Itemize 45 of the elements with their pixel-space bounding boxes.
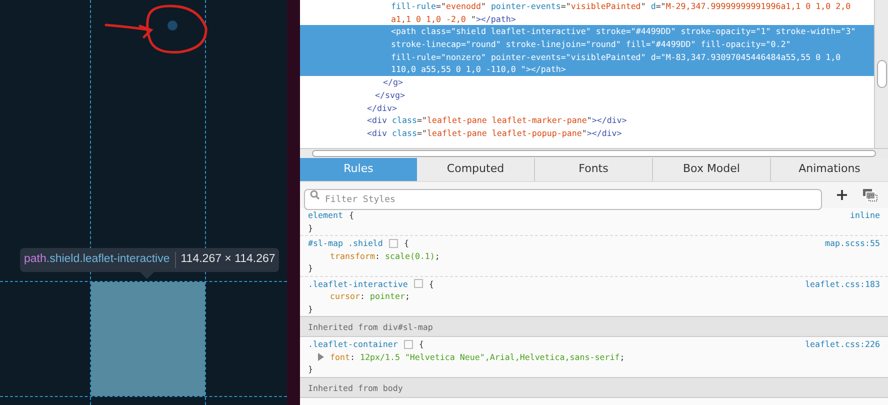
rule-selector: element bbox=[308, 209, 343, 222]
highlight-toggle-icon[interactable] bbox=[404, 340, 413, 349]
filter-field[interactable]: Filter Styles bbox=[304, 189, 822, 210]
source-link[interactable]: leaflet.css:226 bbox=[805, 338, 880, 350]
classes-toggle-icon[interactable] bbox=[862, 188, 878, 202]
highlight-toggle-icon[interactable] bbox=[414, 279, 423, 288]
marker-dot-icon bbox=[167, 20, 178, 31]
panel-tab[interactable]: Computed bbox=[417, 158, 534, 181]
panel-tab[interactable]: Fonts bbox=[534, 158, 652, 181]
markup-line[interactable]: a1,1 0 1,0 -2,0 "></path> bbox=[300, 12, 874, 26]
panel-tab[interactable]: Animations bbox=[770, 158, 888, 181]
panel-tab[interactable]: Box Model bbox=[652, 158, 770, 181]
search-icon bbox=[310, 190, 320, 200]
close-brace: } bbox=[308, 222, 313, 234]
declaration[interactable]: cursor: pointer; bbox=[330, 290, 410, 302]
open-brace: { bbox=[404, 237, 409, 250]
markup-line[interactable]: <div class="leaflet-pane leaflet-popup-pane"></div> bbox=[300, 126, 874, 140]
markup-line[interactable]: <div class="leaflet-pane leaflet-marker-pane"></div> bbox=[300, 114, 874, 127]
tooltip-size: 114.267 × 114.267 bbox=[180, 252, 276, 268]
declaration[interactable]: transform: scale(0.1); bbox=[330, 250, 440, 262]
close-brace: } bbox=[308, 302, 313, 315]
source-link[interactable]: leaflet.css:183 bbox=[805, 278, 880, 290]
horizontal-scrollbar[interactable] bbox=[300, 148, 888, 158]
close-brace: } bbox=[308, 262, 313, 274]
markup-line[interactable]: fill-rule="evenodd" pointer-events="visiblePainted" d="M-29,347.99999999991996a1,1 0 1,0 2,0 bbox=[300, 0, 874, 13]
open-brace: { bbox=[418, 338, 424, 350]
source-link[interactable]: map.scss:55 bbox=[825, 237, 880, 250]
markup-line[interactable]: </g> bbox=[300, 76, 874, 89]
declaration[interactable]: font: 12px/1.5 "Helvetica Neue",Arial,Helvetica,sans-serif; bbox=[330, 350, 625, 363]
highlight-toggle-icon[interactable] bbox=[388, 238, 398, 248]
tooltip-selector: path.shield.leaflet-interactive bbox=[24, 252, 170, 268]
rule-selector: .leaflet-interactive bbox=[308, 278, 408, 290]
close-brace: } bbox=[308, 363, 313, 376]
inherited-header: Inherited from div#sl-map bbox=[300, 316, 888, 337]
open-brace: { bbox=[348, 209, 354, 222]
expand-triangle-icon[interactable] bbox=[318, 352, 324, 361]
vertical-scrollbar[interactable] bbox=[874, 0, 888, 148]
source-link[interactable]: inline bbox=[850, 209, 880, 222]
open-brace: { bbox=[428, 278, 434, 290]
markup-line[interactable]: </div> bbox=[300, 102, 874, 114]
inherited-header: Inherited from body bbox=[300, 376, 888, 398]
add-rule-icon[interactable] bbox=[836, 189, 848, 201]
rule-selector: #sl-map .shield bbox=[308, 237, 383, 250]
markup-line[interactable]: </svg> bbox=[300, 88, 874, 102]
rule-selector: .leaflet-container bbox=[308, 338, 398, 350]
